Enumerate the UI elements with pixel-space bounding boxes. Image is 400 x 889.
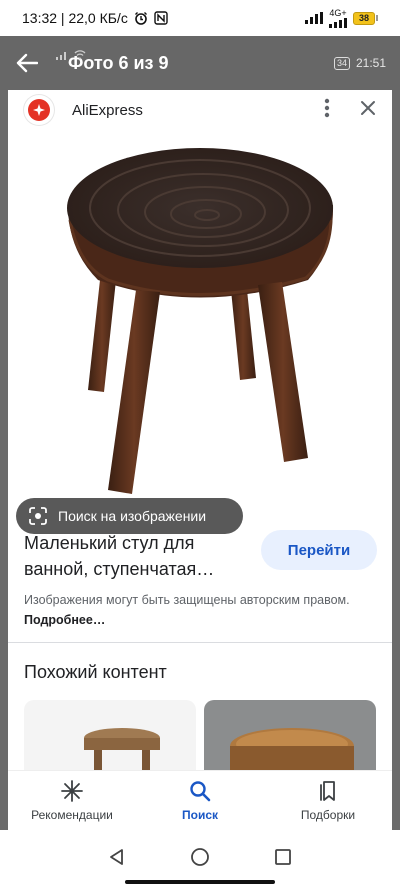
bottom-navigation: Рекомендации Поиск Подборки (8, 770, 392, 830)
nav-search-label: Поиск (181, 807, 218, 822)
asterisk-icon (61, 779, 83, 802)
network-label: 4G+ (329, 7, 347, 18)
gallery-header: Фото 6 из 9 34 21:51 (0, 36, 400, 90)
aliexpress-logo (24, 95, 54, 125)
aliexpress-star-icon (33, 104, 45, 116)
close-icon[interactable] (360, 100, 376, 121)
similar-thumbnail[interactable] (204, 700, 376, 780)
nav-recommendations-label: Рекомендации (31, 807, 113, 822)
product-title[interactable]: Маленький стул для ванной, ступенчатая… (24, 530, 244, 582)
nfc-icon (154, 11, 168, 25)
faded-time: 21:51 (355, 56, 386, 70)
divider (8, 642, 392, 643)
faded-badge: 34 (333, 56, 350, 70)
nav-collections[interactable]: Подборки (264, 771, 392, 830)
source-name[interactable]: AliExpress (72, 102, 143, 119)
mobile-signal-icon (329, 17, 347, 28)
recents-square-icon[interactable] (274, 848, 292, 871)
similar-thumbnail[interactable] (24, 700, 196, 780)
stool-image (67, 148, 334, 494)
left-backdrop (0, 90, 8, 830)
round-stool-image (230, 728, 354, 780)
product-image[interactable]: Поиск на изображении (8, 130, 392, 540)
lens-icon (29, 507, 47, 525)
nav-recommendations[interactable]: Рекомендации (8, 771, 136, 830)
alarm-icon (134, 11, 148, 25)
battery-level: 38 (353, 11, 375, 25)
source-row: AliExpress (8, 90, 392, 130)
status-time-speed: 13:32 | 22,0 КБ/с (22, 10, 128, 26)
faded-wifi-icon (74, 50, 86, 60)
lens-search-chip[interactable]: Поиск на изображении (16, 498, 243, 534)
collections-icon (320, 780, 335, 801)
back-arrow-icon[interactable] (14, 50, 40, 76)
signal-icon (305, 12, 323, 24)
faded-status-icons (56, 50, 86, 60)
small-stool-image (84, 728, 160, 780)
lens-search-label: Поиск на изображении (58, 508, 207, 524)
similar-content-title: Похожий контент (24, 662, 167, 682)
search-icon (190, 780, 211, 801)
battery-icon: 38 (353, 11, 378, 25)
result-card: AliExpress Поиск на изображении Маленьки… (8, 90, 392, 780)
more-options-icon[interactable] (324, 98, 330, 123)
nav-search[interactable]: Поиск (136, 771, 264, 830)
back-triangle-icon[interactable] (108, 848, 126, 871)
visit-button[interactable]: Перейти (261, 530, 377, 570)
copyright-notice: Изображения могут быть защищены авторски… (24, 590, 354, 630)
status-bar: 13:32 | 22,0 КБ/с 4G+ 38 (0, 0, 400, 36)
right-backdrop (392, 90, 400, 830)
network-type: 4G+ (329, 7, 347, 28)
learn-more-link[interactable]: Подробнее… (24, 613, 105, 627)
home-indicator (125, 880, 275, 884)
copyright-text: Изображения могут быть защищены авторски… (24, 593, 350, 607)
nav-collections-label: Подборки (300, 807, 356, 822)
faded-signal-icon (56, 52, 66, 60)
home-circle-icon[interactable] (190, 847, 210, 872)
